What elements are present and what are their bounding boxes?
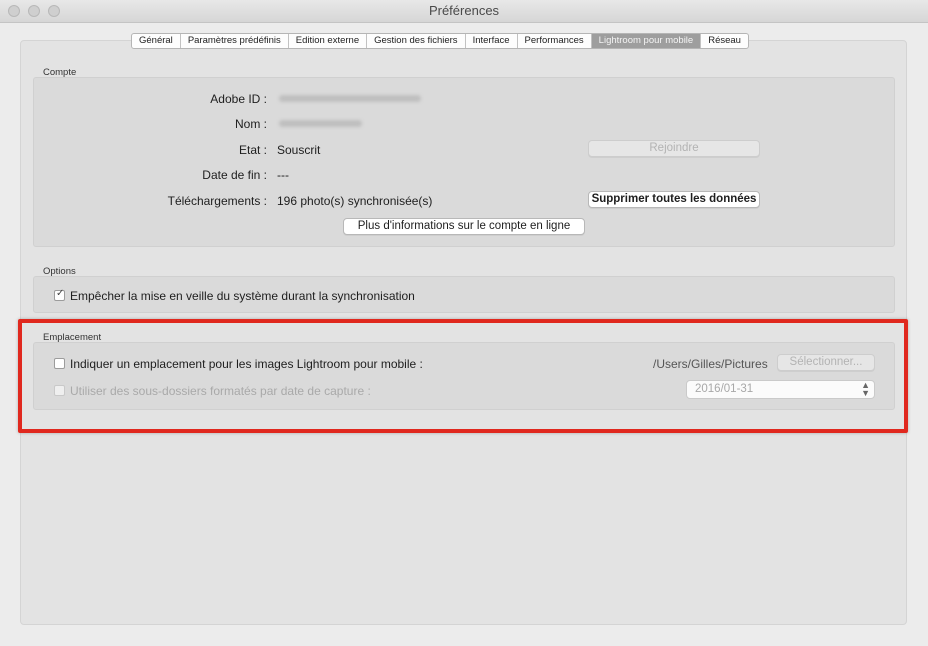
adobe-id-value-blurred <box>279 95 421 102</box>
join-button[interactable]: Rejoindre <box>588 140 760 157</box>
more-info-online-button[interactable]: Plus d'informations sur le compte en lig… <box>343 218 585 235</box>
end-date-label: Date de fin : <box>202 168 267 182</box>
state-value: Souscrit <box>277 143 321 157</box>
tab-presets[interactable]: Paramètres prédéfinis <box>181 34 289 48</box>
adobe-id-label: Adobe ID : <box>210 92 267 106</box>
tab-file-handling[interactable]: Gestion des fichiers <box>367 34 466 48</box>
tab-performance[interactable]: Performances <box>518 34 592 48</box>
title-bar: Préférences <box>0 0 928 23</box>
state-label: Etat : <box>238 143 267 157</box>
window-title: Préférences <box>428 3 500 18</box>
name-value-blurred <box>279 120 362 127</box>
tab-general[interactable]: Général <box>132 34 181 48</box>
prevent-sleep-label: Empêcher la mise en veille du système du… <box>70 289 415 303</box>
downloads-value: 196 photo(s) synchronisée(s) <box>277 194 433 208</box>
delete-all-data-button[interactable]: Supprimer toutes les données <box>588 191 760 208</box>
checkmark-icon: ✓ <box>56 288 65 299</box>
tab-lightroom-mobile[interactable]: Lightroom pour mobile <box>591 34 702 48</box>
end-date-value: --- <box>277 168 289 182</box>
tab-external-editing[interactable]: Edition externe <box>289 34 368 48</box>
prevent-sleep-checkbox[interactable]: ✓ <box>54 288 65 301</box>
name-label: Nom : <box>234 117 267 131</box>
tab-interface[interactable]: Interface <box>466 34 518 48</box>
downloads-label: Téléchargements : <box>167 194 267 208</box>
tab-bar: Général Paramètres prédéfinis Edition ex… <box>131 33 749 49</box>
highlight-annotation-box <box>18 319 908 433</box>
tab-network[interactable]: Réseau <box>701 34 748 48</box>
